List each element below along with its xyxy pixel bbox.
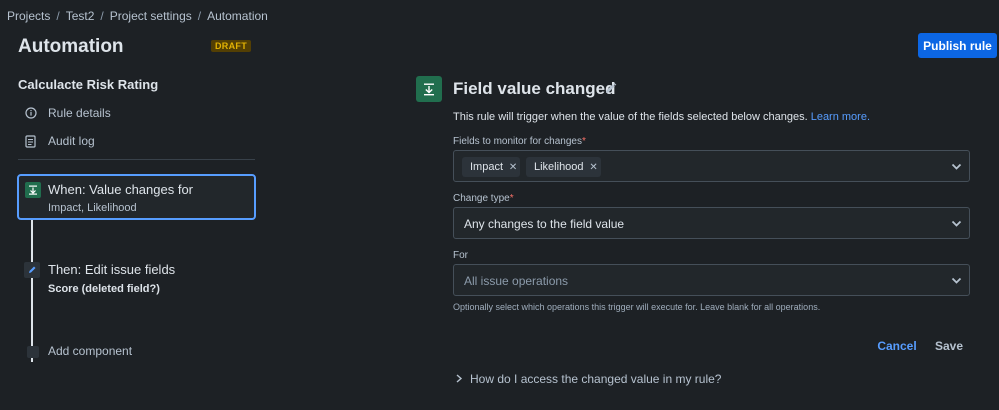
edit-title-pencil-icon[interactable] (604, 82, 618, 96)
breadcrumb-separator: / (56, 9, 60, 23)
action-title: Then: Edit issue fields (48, 262, 176, 277)
change-type-label: Change type* (453, 193, 514, 204)
audit-log-label: Audit log (48, 134, 95, 148)
trigger-component-card[interactable]: When: Value changes for Impact, Likeliho… (17, 174, 256, 220)
panel-description: This rule will trigger when the value of… (453, 111, 870, 123)
rule-details-label: Rule details (48, 106, 111, 120)
publish-rule-button[interactable]: Publish rule (918, 33, 997, 58)
required-asterisk: * (509, 193, 514, 204)
faq-expander[interactable]: How do I access the changed value in my … (455, 372, 721, 386)
change-type-value: Any changes to the field value (464, 217, 625, 231)
field-chip-label: Likelihood (534, 161, 584, 173)
faq-label: How do I access the changed value in my … (470, 372, 722, 386)
audit-log-link[interactable]: Audit log (24, 134, 95, 148)
action-subtitle: Score (deleted field?) (48, 283, 160, 295)
change-type-label-text: Change type (453, 193, 510, 204)
fields-to-monitor-label: Fields to monitor for changes* (453, 136, 586, 147)
field-chip-likelihood: Likelihood ✕ (526, 157, 601, 177)
breadcrumb: Projects / Test2 / Project settings / Au… (7, 9, 268, 23)
learn-more-link[interactable]: Learn more. (811, 111, 870, 123)
chevron-down-icon[interactable] (950, 217, 963, 230)
trigger-icon (416, 76, 442, 102)
change-type-select[interactable]: Any changes to the field value (453, 207, 970, 239)
field-chip-label: Impact (470, 161, 504, 173)
fields-to-monitor-select[interactable]: Impact ✕ Likelihood ✕ (453, 150, 970, 182)
breadcrumb-projects[interactable]: Projects (7, 9, 50, 23)
for-label: For (453, 250, 468, 261)
breadcrumb-separator: / (100, 9, 104, 23)
cancel-button[interactable]: Cancel (872, 337, 922, 355)
trigger-title: When: Value changes for (48, 182, 194, 197)
breadcrumb-test2[interactable]: Test2 (66, 9, 95, 23)
add-component-icon (27, 346, 39, 358)
panel-description-text: This rule will trigger when the value of… (453, 111, 808, 123)
breadcrumb-separator: / (197, 9, 202, 23)
chevron-down-icon[interactable] (950, 160, 963, 173)
operations-placeholder: All issue operations (464, 274, 569, 288)
required-asterisk: * (581, 136, 586, 147)
page-title: Automation (18, 36, 124, 57)
action-component-card[interactable]: Then: Edit issue fields Score (deleted f… (17, 256, 256, 302)
remove-chip-icon[interactable]: ✕ (587, 160, 601, 174)
save-button[interactable]: Save (930, 337, 968, 355)
breadcrumb-automation[interactable]: Automation (207, 9, 268, 23)
sidebar-divider (18, 159, 255, 160)
trigger-subtitle: Impact, Likelihood (48, 202, 137, 214)
info-icon (24, 107, 37, 120)
operations-select[interactable]: All issue operations (453, 264, 970, 296)
rule-details-link[interactable]: Rule details (24, 106, 111, 120)
operations-helper-text: Optionally select which operations this … (453, 302, 821, 312)
add-component-button[interactable]: Add component (17, 342, 256, 362)
breadcrumb-project-settings[interactable]: Project settings (110, 9, 192, 23)
trigger-icon (25, 182, 41, 198)
chevron-right-icon (455, 372, 463, 386)
fields-to-monitor-label-text: Fields to monitor for changes (453, 136, 582, 147)
field-chip-impact: Impact ✕ (462, 157, 521, 177)
rule-name: Calculacte Risk Rating (18, 77, 159, 92)
document-icon (24, 134, 37, 148)
chevron-down-icon[interactable] (950, 274, 963, 287)
add-component-label: Add component (48, 344, 133, 358)
pencil-icon (24, 262, 40, 278)
panel-title: Field value changed (453, 79, 616, 98)
remove-chip-icon[interactable]: ✕ (506, 160, 520, 174)
draft-badge: DRAFT (211, 40, 251, 52)
